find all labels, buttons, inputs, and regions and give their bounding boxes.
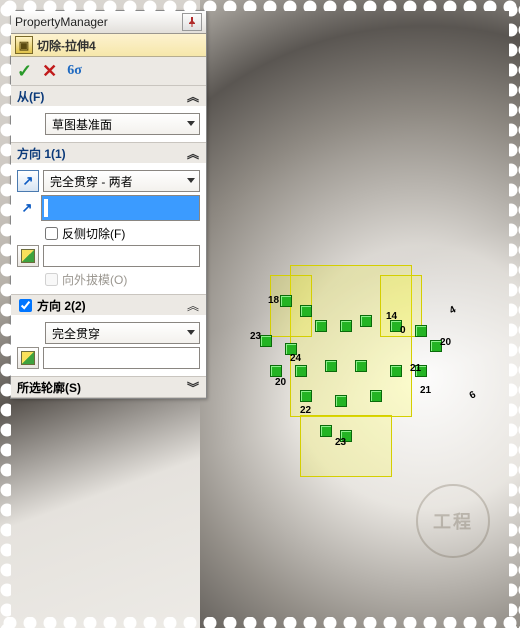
section-dir2: 方向 2(2) ︽ 完全贯穿 (11, 295, 206, 377)
property-manager-panel: PropertyManager ▣ 切除-拉伸4 ✓ ✕ 6σ 从(F) ︽ (10, 10, 207, 399)
section-dir1-header[interactable]: 方向 1(1) ︽ (11, 143, 206, 163)
pin-button[interactable] (182, 13, 202, 31)
cancel-button[interactable]: ✕ (42, 61, 57, 82)
chevron-down-icon: ︾ (186, 380, 200, 394)
reverse-arrow-icon: ↗ (23, 173, 34, 189)
section-dir2-title: 方向 2(2) (37, 297, 182, 314)
section-from: 从(F) ︽ 草图基准面 (11, 86, 206, 143)
from-plane-value: 草图基准面 (52, 116, 112, 133)
flip-side-label: 反侧切除(F) (62, 225, 125, 242)
pm-title: PropertyManager (15, 15, 178, 29)
from-plane-dropdown[interactable]: 草图基准面 (45, 113, 200, 135)
section-dir1-title: 方向 1(1) (17, 145, 182, 162)
ok-button[interactable]: ✓ (17, 61, 32, 82)
watermark-stamp: 工程 (416, 484, 490, 558)
dir2-feature-scope-list[interactable] (43, 347, 200, 369)
dir2-feature-scope-icon[interactable] (17, 347, 39, 369)
dir1-vector-button[interactable]: ↗ (17, 198, 37, 218)
cube-icon (21, 249, 35, 263)
dir1-end-condition-dropdown[interactable]: 完全贯穿 - 两者 (43, 170, 200, 192)
feature-scope-icon[interactable] (17, 245, 39, 267)
chevron-up-icon: ︽ (186, 146, 200, 160)
direction-arrow-icon: ↗ (22, 200, 33, 216)
flip-side-row: 反侧切除(F) (45, 225, 200, 242)
feature-title: 切除-拉伸4 (37, 37, 96, 54)
pm-header: PropertyManager (11, 11, 206, 34)
action-row: ✓ ✕ 6σ (11, 57, 206, 86)
chevron-up-icon: ︽ (186, 298, 200, 312)
section-dir1: 方向 1(1) ︽ ↗ 完全贯穿 - 两者 ↗ 反侧切除(F) (11, 143, 206, 295)
section-contours: 所选轮廓(S) ︾ (11, 377, 206, 398)
chevron-up-icon: ︽ (186, 89, 200, 103)
cube-icon (21, 351, 35, 365)
section-from-title: 从(F) (17, 88, 182, 105)
dir2-end-condition-value: 完全贯穿 (52, 325, 100, 342)
dir1-end-condition-value: 完全贯穿 - 两者 (50, 173, 133, 190)
dir1-direction-selection[interactable] (41, 195, 200, 221)
section-from-header[interactable]: 从(F) ︽ (11, 86, 206, 106)
section-contours-header[interactable]: 所选轮廓(S) ︾ (11, 377, 206, 397)
reverse-direction-button[interactable]: ↗ (17, 170, 39, 192)
dir2-end-condition-dropdown[interactable]: 完全贯穿 (45, 322, 200, 344)
cut-extrude-icon: ▣ (15, 36, 33, 54)
detailed-preview-button[interactable]: 6σ (67, 63, 82, 79)
dir2-enable-checkbox[interactable] (19, 299, 32, 312)
section-contours-title: 所选轮廓(S) (17, 379, 182, 396)
section-dir2-header[interactable]: 方向 2(2) ︽ (11, 295, 206, 315)
feature-header: ▣ 切除-拉伸4 (11, 34, 206, 57)
draft-outward-checkbox (45, 273, 58, 286)
flip-side-checkbox[interactable] (45, 227, 58, 240)
draft-outward-row: 向外拔模(O) (45, 271, 200, 288)
draft-outward-label: 向外拔模(O) (62, 271, 127, 288)
feature-scope-list[interactable] (43, 245, 200, 267)
